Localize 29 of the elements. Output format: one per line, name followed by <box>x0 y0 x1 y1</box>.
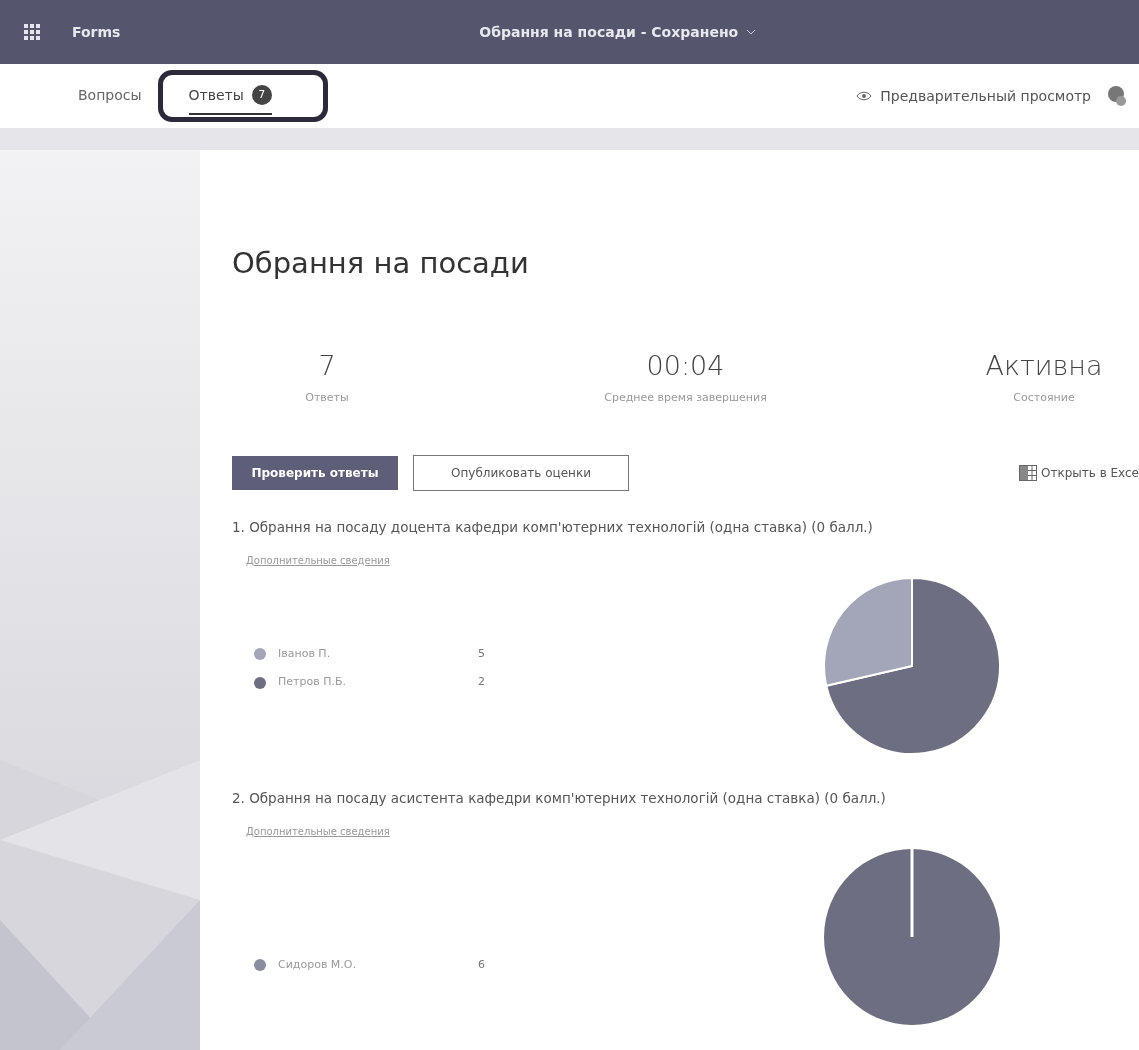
app-launcher-icon[interactable] <box>24 24 40 40</box>
option-count: 5 <box>478 645 485 662</box>
stat-value: 7 <box>318 348 336 383</box>
tab[interactable]: Ответы 7 <box>188 77 272 115</box>
open-in-excel-link[interactable]: Открыть в Exce <box>1019 463 1139 482</box>
document-title: Обрання на посади - Сохранено <box>479 23 739 42</box>
question-title: 2. Обрання на посаду асистента кафедри комп'ютерних технологій (одна ставка) (0 балл.) <box>232 788 887 808</box>
publish-scores-button[interactable]: Опубликовать оценки <box>413 454 629 491</box>
option-name: Сидоров М.О. <box>278 957 357 973</box>
option-name: Петров П.Б. <box>278 674 347 691</box>
chevron-down-icon[interactable] <box>746 29 757 35</box>
stat-label: Состояние <box>1013 390 1075 406</box>
tab[interactable]: Вопросы <box>78 77 142 115</box>
stat-label: Ответы <box>305 390 349 406</box>
review-answers-button[interactable]: Проверить ответы <box>232 455 398 490</box>
spreadsheet-icon <box>1019 464 1037 481</box>
stat-label: Среднее время завершения <box>604 390 767 406</box>
count-badge: 7 <box>251 85 272 105</box>
preview-button[interactable]: Предварительный просмотр <box>856 86 1091 106</box>
app-name[interactable]: Forms <box>72 22 121 42</box>
question-title: 1. Обрання на посаду доцента кафедри комп'ютерних технологій (одна ставка) (0 балл.) <box>232 517 874 537</box>
stat-value: 00:04 <box>646 348 725 383</box>
option-count: 2 <box>478 674 485 691</box>
form-title: Обрання на посади <box>232 245 530 282</box>
option-name: Іванов П. <box>278 645 332 662</box>
user-avatar-icon[interactable] <box>1107 85 1127 107</box>
stat-value: Активна <box>985 348 1103 383</box>
option-count: 6 <box>478 957 485 973</box>
eye-icon <box>856 91 873 101</box>
